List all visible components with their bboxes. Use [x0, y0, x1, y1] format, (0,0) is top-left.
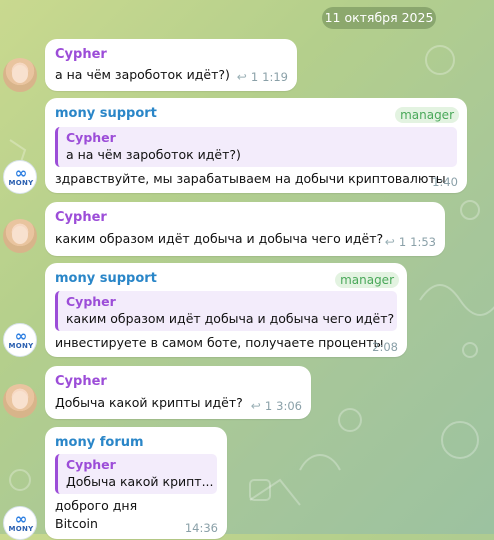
- reply-quote[interactable]: Cypher Добыча какой крипт...: [55, 454, 217, 494]
- reply-quote[interactable]: Cypher каким образом идёт добыча и добыч…: [55, 291, 397, 331]
- reply-arrow-icon: ↩: [250, 399, 261, 413]
- quote-sender: Cypher: [66, 294, 116, 309]
- quote-sender: Cypher: [66, 130, 116, 145]
- message-time: 1:40: [432, 175, 458, 189]
- message-time: 3:06: [276, 399, 302, 413]
- message-time: 2:08: [372, 340, 398, 354]
- message-text: инвестируете в самом боте, получаете про…: [55, 335, 384, 350]
- avatar[interactable]: ∞ MONY: [3, 160, 37, 194]
- mony-logo-icon: ∞ MONY: [8, 510, 34, 534]
- avatar[interactable]: [3, 219, 37, 253]
- message-text: Добыча какой крипты идёт?: [55, 395, 243, 410]
- sender-name[interactable]: mony support: [55, 106, 157, 121]
- role-badge: manager: [335, 272, 399, 288]
- reply-arrow-icon: ↩: [384, 235, 395, 249]
- message-text-line-2: Bitcoin: [55, 516, 98, 531]
- message-meta: ↩ 1 1:53: [385, 235, 436, 249]
- message-bubble[interactable]: mony support manager Cypher каким образо…: [45, 263, 407, 357]
- sender-name[interactable]: Cypher: [55, 47, 107, 62]
- message-bubble[interactable]: Cypher Добыча какой крипты идёт? ↩ 1 3:0…: [45, 366, 311, 419]
- message-meta: 1:40: [432, 175, 458, 189]
- message-meta: 14:36: [185, 521, 218, 535]
- avatar[interactable]: ∞ MONY: [3, 506, 37, 540]
- quote-sender: Cypher: [66, 457, 116, 472]
- message-meta: ↩ 1 1:19: [237, 70, 288, 84]
- message-text: здравствуйте, мы зарабатываем на добычи …: [55, 171, 446, 186]
- avatar[interactable]: [3, 58, 37, 92]
- message-bubble[interactable]: mony support manager Cypher а на чём зар…: [45, 98, 467, 193]
- quote-text: каким образом идёт добыча и добыча чего …: [66, 311, 395, 326]
- message-time: 1:19: [262, 70, 288, 84]
- message-text: а на чём зароботок идёт?): [55, 67, 230, 82]
- reply-arrow-icon: ↩: [236, 70, 247, 84]
- mony-logo-icon: ∞ MONY: [8, 327, 34, 351]
- message-bubble[interactable]: Cypher каким образом идёт добыча и добыч…: [45, 202, 445, 256]
- avatar[interactable]: ∞ MONY: [3, 323, 37, 357]
- sender-name[interactable]: mony support: [55, 271, 157, 286]
- date-divider: 11 октября 2025: [322, 7, 436, 29]
- role-badge: manager: [395, 107, 459, 123]
- message-text: каким образом идёт добыча и добыча чего …: [55, 231, 384, 246]
- message-meta: ↩ 1 3:06: [251, 399, 302, 413]
- message-bubble[interactable]: mony forum Cypher Добыча какой крипт... …: [45, 427, 227, 539]
- message-time: 1:53: [410, 235, 436, 249]
- message-meta: 2:08: [372, 340, 398, 354]
- reply-count: 1: [250, 70, 259, 84]
- reply-count: 1: [264, 399, 273, 413]
- avatar[interactable]: [3, 384, 37, 418]
- sender-name[interactable]: Cypher: [55, 374, 107, 389]
- sender-name[interactable]: mony forum: [55, 435, 144, 450]
- reply-quote[interactable]: Cypher а на чём зароботок идёт?): [55, 127, 457, 167]
- quote-text: Добыча какой крипт...: [66, 474, 214, 489]
- reply-count: 1: [398, 235, 407, 249]
- quote-text: а на чём зароботок идёт?): [66, 147, 241, 162]
- message-time: 14:36: [184, 521, 218, 535]
- sender-name[interactable]: Cypher: [55, 210, 107, 225]
- message-bubble[interactable]: Cypher а на чём зароботок идёт?) ↩ 1 1:1…: [45, 39, 297, 91]
- mony-logo-icon: ∞ MONY: [8, 164, 34, 188]
- message-text-line-1: доброго дня: [55, 498, 138, 513]
